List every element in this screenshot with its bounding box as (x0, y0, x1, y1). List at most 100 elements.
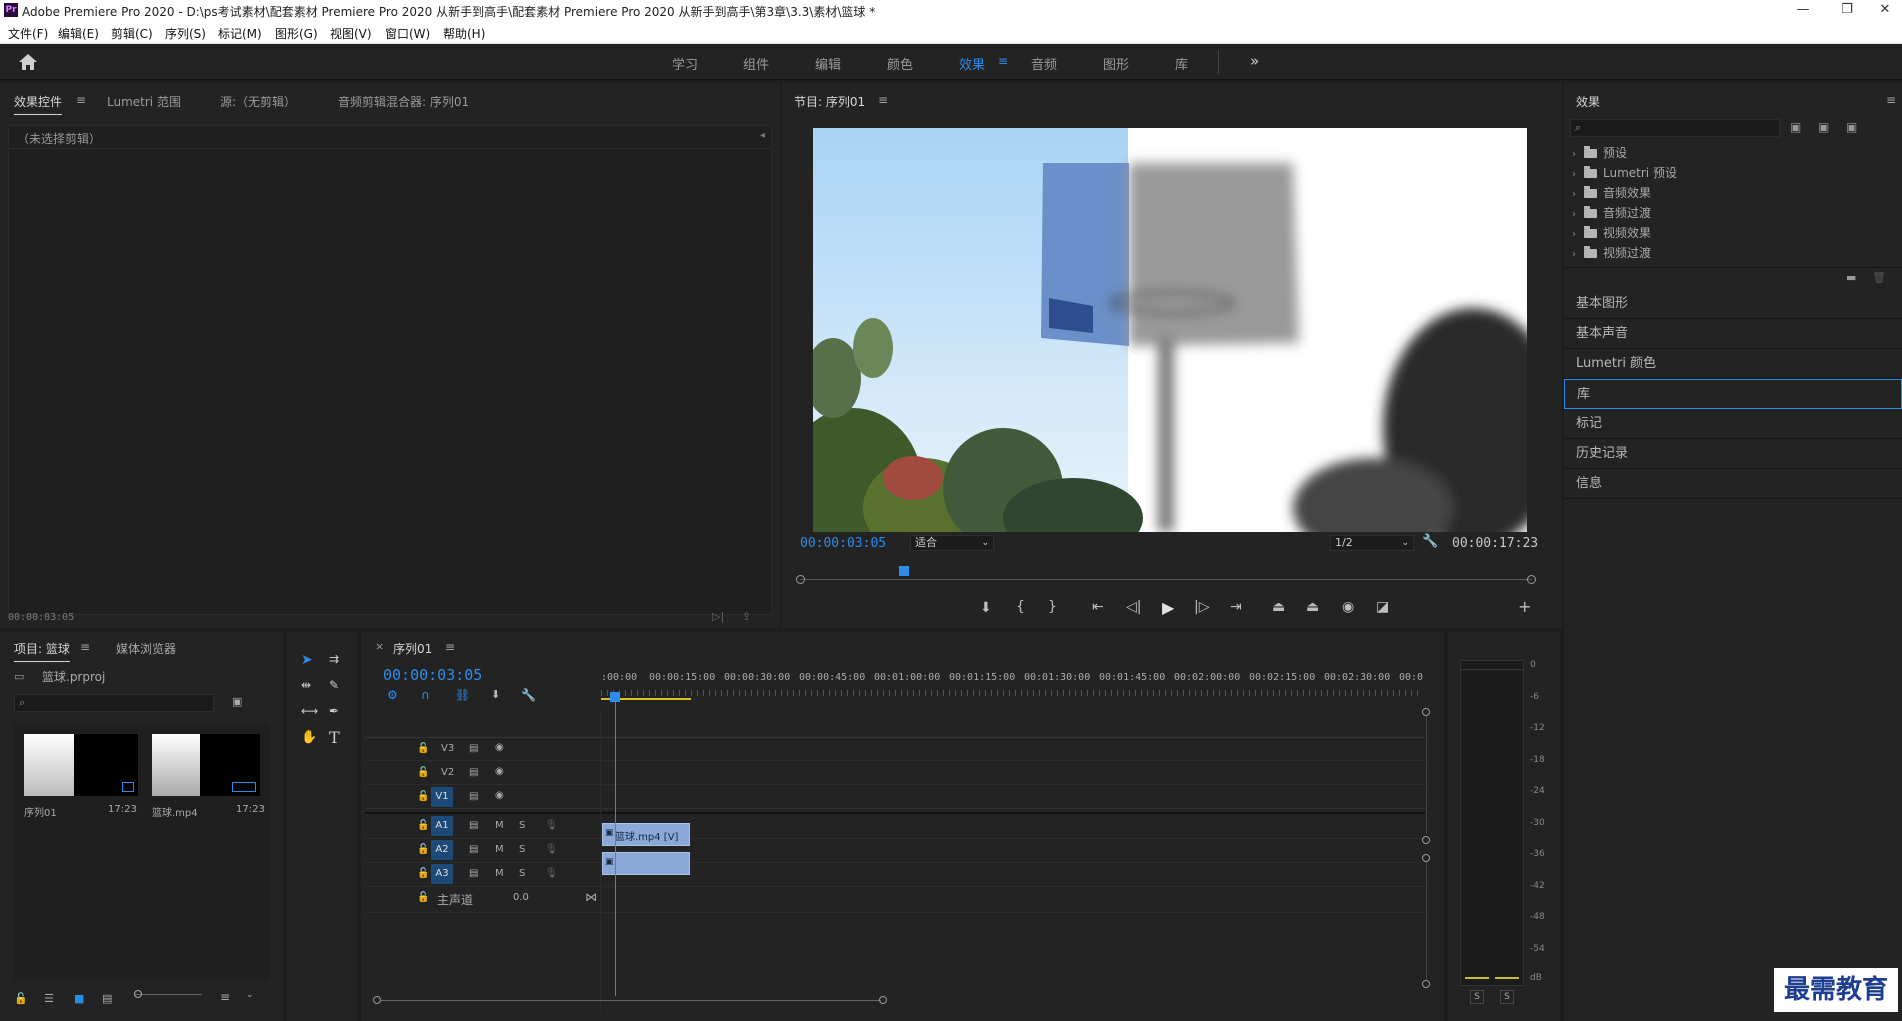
step-forward-icon[interactable]: |▷ (1194, 599, 1209, 615)
workspace-editing[interactable]: 编辑 (815, 54, 841, 73)
tree-item-audio-effects[interactable]: › 音频效果 (1572, 183, 1892, 203)
type-tool-icon[interactable]: T (329, 728, 340, 747)
add-marker-icon[interactable]: ⬇ (491, 688, 500, 701)
zoom-slider[interactable] (134, 994, 202, 995)
delete-icon[interactable]: 🗑 (1872, 271, 1886, 284)
zoom-slider-handle[interactable] (134, 990, 142, 998)
home-icon[interactable] (18, 53, 38, 74)
track-label-v2[interactable]: V2 (441, 767, 454, 778)
timeline-timecode[interactable]: 00:00:03:05 (383, 666, 482, 684)
freeform-view-icon[interactable]: ▤ (102, 992, 112, 1005)
project-search-input[interactable]: ⌕ (14, 694, 214, 712)
minimize-button[interactable]: — (1784, 0, 1822, 22)
program-time-ruler[interactable] (796, 563, 1536, 585)
tab-effect-controls[interactable]: 效果控件 (14, 93, 63, 115)
track-label-a1[interactable]: A1 (431, 816, 453, 836)
timeline-ruler[interactable]: :00:00 00:00:15:00 00:00:30:00 00:00:45:… (601, 672, 1423, 712)
icon-view-icon[interactable]: ■ (74, 992, 84, 1005)
track-select-tool-icon[interactable]: ⇉ (329, 652, 339, 666)
section-markers[interactable]: 标记 (1564, 409, 1902, 439)
project-item-name[interactable]: 篮球.mp4 (152, 804, 198, 819)
list-view-icon[interactable]: ☰ (44, 992, 54, 1005)
workspace-overflow-button[interactable]: » (1250, 52, 1259, 70)
tab-lumetri-scopes[interactable]: Lumetri 范围 (107, 93, 181, 110)
track-label-v3[interactable]: V3 (441, 743, 454, 754)
export-frame-icon[interactable]: ⇪ (742, 610, 751, 623)
program-menu-icon[interactable]: ≡ (878, 93, 888, 107)
effects-menu-icon[interactable]: ≡ (1886, 93, 1896, 107)
eye-icon[interactable]: ◉ (495, 766, 504, 777)
lock-icon[interactable]: 🔓 (14, 992, 28, 1005)
mute-button[interactable]: M (495, 844, 504, 855)
snap-icon[interactable]: ∩ (421, 688, 430, 702)
sync-lock-icon[interactable]: ▤ (469, 791, 478, 802)
sequence-menu-icon[interactable]: ≡ (445, 640, 455, 654)
export-frame-icon[interactable]: ◉ (1342, 599, 1354, 615)
add-marker-icon[interactable]: ⬇ (980, 600, 992, 616)
menu-window[interactable]: 窗口(W) (385, 25, 430, 42)
close-button[interactable]: ✕ (1866, 0, 1902, 22)
go-to-end-icon[interactable]: ⋈ (585, 890, 597, 904)
menu-help[interactable]: 帮助(H) (443, 25, 485, 42)
program-video-frame[interactable] (813, 128, 1527, 532)
solo-right-button[interactable]: S (1500, 990, 1514, 1004)
section-libraries[interactable]: 库 (1564, 379, 1902, 409)
sync-lock-icon[interactable]: ▤ (469, 820, 478, 831)
add-button-icon[interactable]: + (1518, 597, 1531, 616)
play-icon[interactable]: ▶ (1162, 598, 1174, 617)
sync-lock-icon[interactable]: ▤ (469, 868, 478, 879)
project-item-thumbnail[interactable] (24, 734, 138, 796)
close-sequence-icon[interactable]: × (375, 640, 384, 653)
microphone-icon[interactable]: 🎙 (545, 868, 558, 879)
tree-item-video-transitions[interactable]: › 视频过渡 (1572, 243, 1892, 263)
lock-icon[interactable]: 🔓 (417, 868, 429, 879)
section-essential-sound[interactable]: 基本声音 (1564, 319, 1902, 349)
tree-item-presets[interactable]: › 预设 (1572, 143, 1892, 163)
tab-audio-clip-mixer[interactable]: 音频剪辑混合器: 序列01 (338, 93, 469, 110)
lock-icon[interactable]: 🔓 (417, 767, 429, 778)
tab-sequence[interactable]: 序列01 (393, 640, 432, 657)
32bit-effects-icon[interactable]: ▣ (1818, 120, 1829, 134)
chevron-down-icon[interactable]: ⌄ (246, 990, 254, 1000)
project-item-thumbnail[interactable] (152, 734, 260, 796)
program-playhead[interactable] (899, 566, 909, 576)
mute-button[interactable]: M (495, 868, 504, 879)
video-scroll-bottom[interactable] (1422, 836, 1430, 844)
extract-icon[interactable]: ⏏ (1306, 599, 1319, 615)
menu-sequence[interactable]: 序列(S) (165, 25, 206, 42)
panel-menu-icon[interactable]: ≡ (76, 93, 86, 107)
program-current-timecode[interactable]: 00:00:03:05 (800, 536, 886, 551)
sync-lock-icon[interactable]: ▤ (469, 743, 478, 754)
tab-project[interactable]: 项目: 篮球 (14, 640, 70, 662)
nest-icon[interactable]: ⚙ (387, 688, 398, 702)
wrench-icon[interactable]: 🔧 (1422, 534, 1438, 549)
workspace-color[interactable]: 颜色 (887, 54, 913, 73)
lock-icon[interactable]: 🔓 (417, 820, 429, 831)
solo-button[interactable]: S (519, 868, 525, 879)
sync-lock-icon[interactable]: ▤ (469, 767, 478, 778)
horizontal-scrollbar[interactable] (381, 1000, 881, 1001)
section-history[interactable]: 历史记录 (1564, 439, 1902, 469)
project-menu-icon[interactable]: ≡ (80, 640, 90, 654)
section-essential-graphics[interactable]: 基本图形 (1564, 289, 1902, 319)
yuv-effects-icon[interactable]: ▣ (1846, 120, 1857, 134)
playhead-handle[interactable] (610, 692, 620, 702)
hand-tool-icon[interactable]: ✋ (301, 730, 317, 745)
restore-button[interactable]: ❐ (1828, 0, 1866, 22)
solo-button[interactable]: S (519, 844, 525, 855)
workspace-audio[interactable]: 音频 (1031, 54, 1057, 73)
ripple-edit-tool-icon[interactable]: ⇹ (301, 678, 311, 692)
workspace-effects[interactable]: 效果 (959, 54, 985, 73)
eye-icon[interactable]: ◉ (495, 742, 504, 753)
master-volume-value[interactable]: 0.0 (513, 892, 529, 903)
menu-marker[interactable]: 标记(M) (218, 25, 262, 42)
workspace-learn[interactable]: 学习 (672, 54, 698, 73)
track-label-a3[interactable]: A3 (431, 864, 453, 884)
menu-file[interactable]: 文件(F) (8, 25, 48, 42)
tree-item-lumetri-presets[interactable]: › Lumetri 预设 (1572, 163, 1892, 183)
tab-media-browser[interactable]: 媒体浏览器 (116, 640, 176, 657)
microphone-icon[interactable]: 🎙 (545, 844, 558, 855)
sort-icon[interactable]: ≡ (220, 990, 230, 1004)
lift-icon[interactable]: ⏏ (1272, 599, 1285, 615)
new-bin-icon[interactable]: ▬ (1846, 271, 1856, 284)
